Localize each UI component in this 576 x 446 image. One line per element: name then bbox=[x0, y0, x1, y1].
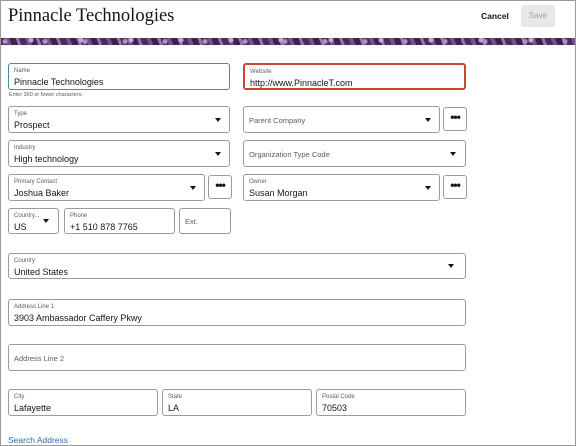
owner-label: Owner bbox=[249, 179, 267, 185]
name-value: Pinnacle Technologies bbox=[14, 77, 104, 87]
page-title: Pinnacle Technologies bbox=[8, 6, 175, 26]
name-hint: Enter 360 or fewer characters. bbox=[9, 92, 83, 98]
postal-code-field[interactable]: Postal Code 70503 bbox=[316, 389, 466, 416]
more-icon[interactable]: ••• bbox=[443, 107, 467, 131]
type-label: Type bbox=[14, 111, 28, 117]
primary-contact-label: Primary Contact bbox=[14, 179, 58, 185]
organization-type-code-placeholder: Organization Type Code bbox=[249, 150, 330, 159]
parent-company-select[interactable]: Parent Company bbox=[243, 106, 440, 133]
primary-contact-select[interactable]: Primary Contact Joshua Baker bbox=[8, 174, 205, 201]
phone-value: +1 510 878 7765 bbox=[70, 222, 138, 232]
industry-select[interactable]: Industry High technology bbox=[8, 140, 230, 167]
chevron-down-icon bbox=[425, 118, 431, 122]
city-value: Lafayette bbox=[14, 403, 52, 413]
extension-field[interactable]: Ext. bbox=[179, 208, 231, 234]
type-select[interactable]: Type Prospect bbox=[8, 106, 230, 133]
decorative-banner bbox=[1, 38, 575, 45]
save-button[interactable]: Save bbox=[521, 5, 555, 27]
address-line-2-placeholder: Address Line 2 bbox=[14, 354, 65, 363]
country-select[interactable]: Country United States bbox=[8, 253, 466, 279]
chevron-down-icon bbox=[450, 152, 456, 156]
search-address-link[interactable]: Search Address bbox=[8, 435, 68, 445]
more-icon[interactable]: ••• bbox=[208, 175, 232, 199]
city-field[interactable]: City Lafayette bbox=[8, 389, 158, 416]
address-line-1-label: Address Line 1 bbox=[14, 304, 55, 310]
phone-label: Phone bbox=[70, 213, 88, 219]
industry-label: Industry bbox=[14, 145, 36, 151]
chevron-down-icon bbox=[448, 264, 454, 268]
phone-field[interactable]: Phone +1 510 878 7765 bbox=[64, 208, 175, 234]
postal-code-value: 70503 bbox=[322, 403, 348, 413]
organization-type-code-select[interactable]: Organization Type Code bbox=[243, 140, 466, 167]
chevron-down-icon bbox=[215, 118, 221, 122]
state-field[interactable]: State LA bbox=[162, 389, 312, 416]
state-value: LA bbox=[168, 403, 180, 413]
phone-country-value: US bbox=[14, 222, 27, 232]
chevron-down-icon bbox=[215, 152, 221, 156]
website-field[interactable]: Website http://www.PinnacleT.com bbox=[243, 63, 466, 90]
state-label: State bbox=[168, 394, 183, 400]
name-label: Name bbox=[14, 68, 31, 74]
cancel-button[interactable]: Cancel bbox=[481, 11, 509, 21]
postal-code-label: Postal Code bbox=[322, 394, 355, 400]
primary-contact-value: Joshua Baker bbox=[14, 188, 70, 198]
type-value: Prospect bbox=[14, 120, 50, 130]
address-line-1-value: 3903 Ambassador Caffery Pkwy bbox=[14, 313, 142, 323]
city-label: City bbox=[14, 394, 25, 400]
page-header: Pinnacle Technologies Cancel Save bbox=[1, 1, 575, 38]
chevron-down-icon bbox=[43, 219, 49, 223]
name-field[interactable]: Name Pinnacle Technologies bbox=[8, 63, 230, 90]
chevron-down-icon bbox=[190, 186, 196, 190]
owner-select[interactable]: Owner Susan Morgan bbox=[243, 174, 440, 201]
parent-company-placeholder: Parent Company bbox=[249, 116, 306, 125]
edit-account-dialog: Pinnacle Technologies Cancel Save Name P… bbox=[0, 0, 576, 446]
address-line-2-field[interactable]: Address Line 2 bbox=[8, 344, 466, 371]
website-value: http://www.PinnacleT.com bbox=[250, 78, 353, 88]
more-icon[interactable]: ••• bbox=[443, 175, 467, 199]
chevron-down-icon bbox=[425, 186, 431, 190]
country-value: United States bbox=[14, 267, 69, 277]
owner-value: Susan Morgan bbox=[249, 188, 308, 198]
industry-value: High technology bbox=[14, 154, 79, 164]
address-line-1-field[interactable]: Address Line 1 3903 Ambassador Caffery P… bbox=[8, 299, 466, 326]
website-label: Website bbox=[250, 69, 272, 75]
extension-placeholder: Ext. bbox=[185, 217, 198, 226]
phone-country-label: Country... bbox=[14, 213, 40, 219]
country-label: Country bbox=[14, 258, 36, 264]
phone-country-select[interactable]: Country... US bbox=[8, 208, 59, 234]
